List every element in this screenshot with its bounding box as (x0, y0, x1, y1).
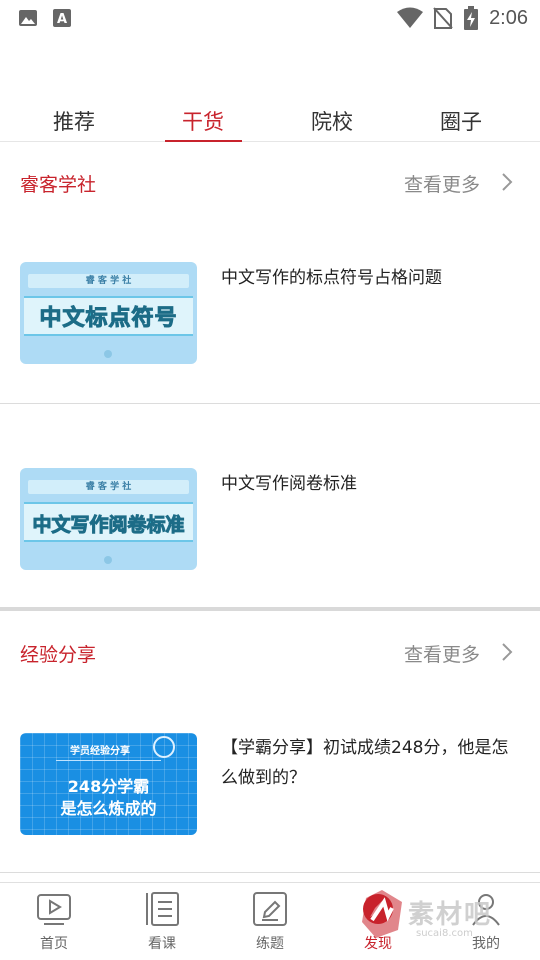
nav-practice[interactable]: 练题 (230, 891, 310, 953)
category-tabs: 推荐 干货 院校 圈子 (0, 100, 540, 142)
tab-recommend[interactable]: 推荐 (34, 106, 114, 136)
thumbnail-caption: 睿 客 学 社 (28, 274, 189, 288)
section-header-ruike: 睿客学社 查看更多 (0, 162, 540, 202)
article-item[interactable]: 睿 客 学 社 中文写作阅卷标准 中文写作阅卷标准 (0, 468, 540, 572)
nav-discover[interactable]: 发现 (338, 891, 418, 953)
thumbnail-dot (104, 556, 112, 564)
view-more-link[interactable]: 查看更多 (404, 170, 480, 197)
article-thumbnail: 睿 客 学 社 中文标点符号 (20, 262, 197, 364)
video-play-icon (37, 894, 71, 925)
font-icon: A (53, 9, 71, 27)
compass-icon (363, 894, 393, 924)
thumbnail-heading: 中文写作阅卷标准 (32, 514, 185, 537)
nav-mine[interactable]: 我的 (446, 891, 526, 953)
section-title: 经验分享 (20, 644, 97, 666)
image-icon (19, 10, 37, 26)
bottom-navigation: 首页 看课 练题 发现 我的 (0, 882, 540, 960)
thumbnail-heading: 中文标点符号 (39, 306, 178, 332)
nav-label: 我的 (472, 936, 500, 952)
section-divider (0, 607, 540, 611)
status-bar: A 2:06 (0, 0, 540, 36)
nav-label: 首页 (40, 936, 68, 952)
article-thumbnail: 睿 客 学 社 中文写作阅卷标准 (20, 468, 197, 570)
pen-edit-icon (253, 892, 287, 926)
thumbnail-circle (153, 736, 175, 758)
chevron-right-icon[interactable] (500, 172, 514, 192)
article-title: 中文写作阅卷标准 (221, 474, 357, 494)
clock: 2:06 (489, 6, 528, 29)
book-list-icon (146, 892, 179, 926)
article-title: 【学霸分享】初试成绩248分，他是怎么做到的？ (221, 738, 509, 788)
thumbnail-tag: 学员经验分享 (70, 746, 130, 757)
thumbnail-line (56, 760, 161, 761)
tab-dry-goods[interactable]: 干货 (163, 106, 243, 136)
thumbnail-heading: 248分学霸 (67, 777, 150, 796)
wifi-icon (397, 7, 424, 28)
article-item[interactable]: 学员经验分享 248分学霸 是怎么炼成的 【学霸分享】初试成绩248分，他是怎么… (0, 733, 540, 837)
svg-text:A: A (57, 12, 67, 27)
battery-charging-icon (464, 6, 479, 30)
thumbnail-caption: 睿 客 学 社 (28, 480, 189, 494)
thumbnail-dot (104, 350, 112, 358)
article-item[interactable]: 睿 客 学 社 中文标点符号 中文写作的标点符号占格问题 (0, 262, 540, 366)
tab-colleges[interactable]: 院校 (292, 106, 372, 136)
thumbnail-subheading: 是怎么炼成的 (60, 799, 157, 818)
view-more-link[interactable]: 查看更多 (404, 640, 480, 667)
active-tab-indicator (165, 140, 242, 142)
no-sim-icon (433, 7, 453, 29)
section-header-experience: 经验分享 查看更多 (0, 632, 540, 672)
article-title: 中文写作的标点符号占格问题 (221, 268, 442, 288)
nav-label: 发现 (364, 936, 392, 952)
nav-watch-course[interactable]: 看课 (122, 891, 202, 953)
chevron-right-icon[interactable] (500, 642, 514, 662)
nav-home[interactable]: 首页 (14, 891, 94, 953)
article-thumbnail: 学员经验分享 248分学霸 是怎么炼成的 (20, 733, 197, 835)
divider (0, 403, 540, 404)
nav-label: 练题 (256, 936, 284, 952)
tab-circle[interactable]: 圈子 (421, 106, 501, 136)
section-title: 睿客学社 (20, 174, 97, 196)
nav-label: 看课 (148, 936, 176, 952)
user-icon (472, 894, 500, 926)
divider (0, 872, 540, 873)
